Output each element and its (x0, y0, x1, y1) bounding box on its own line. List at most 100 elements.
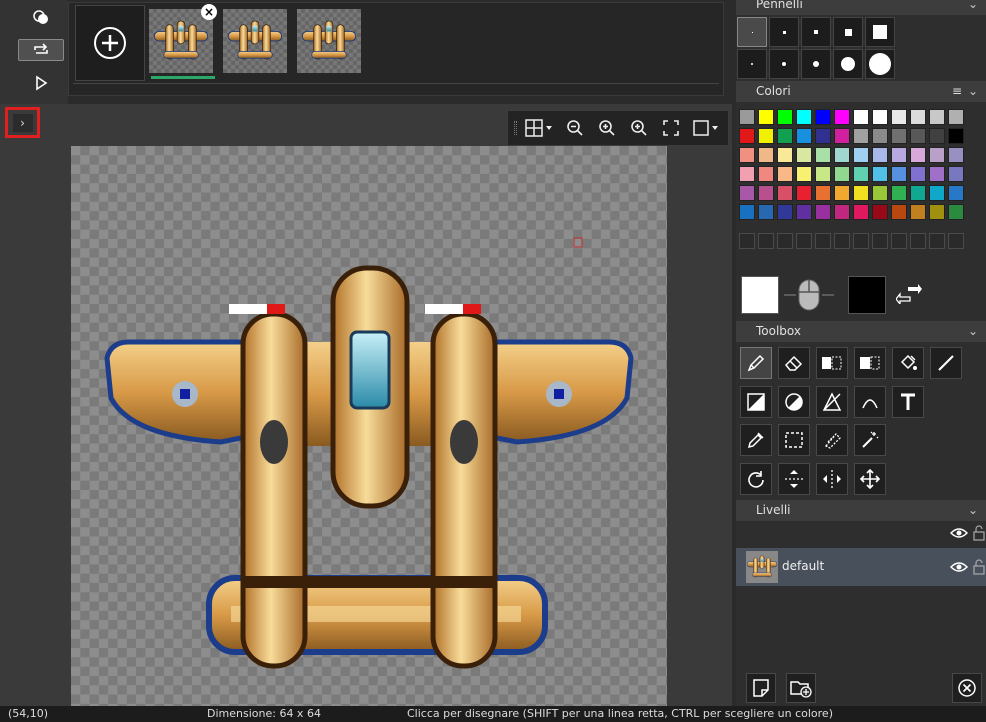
layer-item[interactable]: default (736, 548, 986, 586)
empty-color-slot[interactable] (777, 233, 793, 249)
brush-size-3[interactable] (801, 17, 831, 47)
color-swatch[interactable] (777, 128, 793, 144)
brush-round-3[interactable] (801, 49, 831, 79)
pencil-tool[interactable] (740, 347, 772, 379)
color-swatch[interactable] (853, 109, 869, 125)
empty-color-slot[interactable] (739, 233, 755, 249)
toolbox-panel-header[interactable]: Toolbox ⌄ (736, 321, 986, 342)
color-swatch[interactable] (834, 109, 850, 125)
color-swatch[interactable] (853, 185, 869, 201)
empty-color-slot[interactable] (948, 233, 964, 249)
empty-color-slot[interactable] (891, 233, 907, 249)
drawing-canvas[interactable] (71, 146, 667, 706)
color-swatch[interactable] (891, 166, 907, 182)
swap-colors-icon[interactable] (896, 284, 922, 304)
color-swatch[interactable] (929, 166, 945, 182)
color-swatch[interactable] (777, 166, 793, 182)
color-swatch[interactable] (815, 185, 831, 201)
color-swatch[interactable] (853, 204, 869, 220)
color-swatch[interactable] (777, 147, 793, 163)
color-swatch[interactable] (758, 166, 774, 182)
color-swatch[interactable] (834, 147, 850, 163)
lasso-select-tool[interactable] (816, 424, 848, 456)
eraser-tool[interactable] (778, 347, 810, 379)
brush-size-1[interactable] (737, 17, 767, 47)
line-tool[interactable] (930, 347, 962, 379)
color-swatch[interactable] (815, 109, 831, 125)
color-swatch[interactable] (891, 185, 907, 201)
rectangle-select-tool[interactable] (778, 424, 810, 456)
zoom-out-button[interactable] (561, 115, 589, 141)
flip-vertical-tool[interactable] (778, 463, 810, 495)
color-swatch[interactable] (758, 128, 774, 144)
move-selection-tool[interactable] (854, 347, 886, 379)
color-swatch[interactable] (910, 185, 926, 201)
color-swatch[interactable] (910, 147, 926, 163)
color-swatch[interactable] (758, 109, 774, 125)
primary-color-swatch[interactable] (741, 276, 779, 314)
color-swatch[interactable] (815, 204, 831, 220)
color-swatch[interactable] (948, 128, 964, 144)
brush-round-1[interactable] (737, 49, 767, 79)
lock-icon[interactable] (973, 525, 985, 541)
color-swatch[interactable] (929, 204, 945, 220)
color-swatch[interactable] (739, 109, 755, 125)
color-swatch[interactable] (739, 147, 755, 163)
color-swatch[interactable] (910, 109, 926, 125)
add-layer-button[interactable] (786, 673, 816, 703)
rectangle-tool[interactable] (740, 386, 772, 418)
timeline-scrollbar[interactable] (73, 83, 719, 89)
color-swatch[interactable] (777, 185, 793, 201)
color-swatch[interactable] (834, 128, 850, 144)
color-swatch[interactable] (929, 147, 945, 163)
layers-panel-header[interactable]: Livelli ⌄ (736, 500, 986, 521)
frame-thumbnail[interactable]: × (149, 4, 217, 79)
color-swatch[interactable] (872, 147, 888, 163)
color-swatch[interactable] (872, 204, 888, 220)
color-swatch[interactable] (834, 166, 850, 182)
color-swatch[interactable] (815, 166, 831, 182)
color-swatch[interactable] (948, 204, 964, 220)
brushes-panel-header[interactable]: Pennelli ⌄ (736, 0, 986, 15)
brush-round-2[interactable] (769, 49, 799, 79)
color-swatch[interactable] (777, 204, 793, 220)
paint-bucket-tool[interactable] (892, 347, 924, 379)
color-swatch[interactable] (910, 204, 926, 220)
remove-frame-close-icon[interactable]: × (201, 4, 217, 20)
empty-color-slot[interactable] (815, 233, 831, 249)
color-swatch[interactable] (796, 166, 812, 182)
color-swatch[interactable] (758, 204, 774, 220)
brush-size-4[interactable] (833, 17, 863, 47)
delete-layer-button[interactable] (952, 673, 982, 703)
color-swatch[interactable] (872, 166, 888, 182)
empty-color-slot[interactable] (910, 233, 926, 249)
color-swatch[interactable] (853, 166, 869, 182)
circle-tool[interactable] (778, 386, 810, 418)
color-swatch[interactable] (739, 128, 755, 144)
eye-icon[interactable] (950, 560, 968, 574)
color-swatch[interactable] (796, 128, 812, 144)
lock-icon[interactable] (973, 559, 985, 575)
empty-color-slot[interactable] (796, 233, 812, 249)
color-swatch[interactable] (872, 128, 888, 144)
color-swatch[interactable] (796, 185, 812, 201)
flip-horizontal-tool[interactable] (816, 463, 848, 495)
empty-color-slot[interactable] (872, 233, 888, 249)
grid-dropdown-button[interactable] (521, 115, 557, 141)
empty-color-slot[interactable] (929, 233, 945, 249)
colors-panel-header[interactable]: Colori ≡ ⌄ (736, 81, 986, 102)
color-swatch[interactable] (910, 166, 926, 182)
color-swatch[interactable] (815, 147, 831, 163)
onion-skin-button[interactable] (18, 6, 64, 28)
brush-round-5[interactable] (865, 49, 895, 79)
color-swatch[interactable] (910, 128, 926, 144)
color-swatch[interactable] (891, 109, 907, 125)
color-swatch[interactable] (739, 204, 755, 220)
menu-icon[interactable]: ≡ (952, 81, 962, 102)
toggle-panel-button[interactable]: › (5, 107, 40, 138)
color-swatch[interactable] (796, 109, 812, 125)
brush-size-5[interactable] (865, 17, 895, 47)
play-button[interactable] (18, 72, 64, 94)
zoom-in-button[interactable] (593, 115, 621, 141)
color-swatch[interactable] (796, 204, 812, 220)
